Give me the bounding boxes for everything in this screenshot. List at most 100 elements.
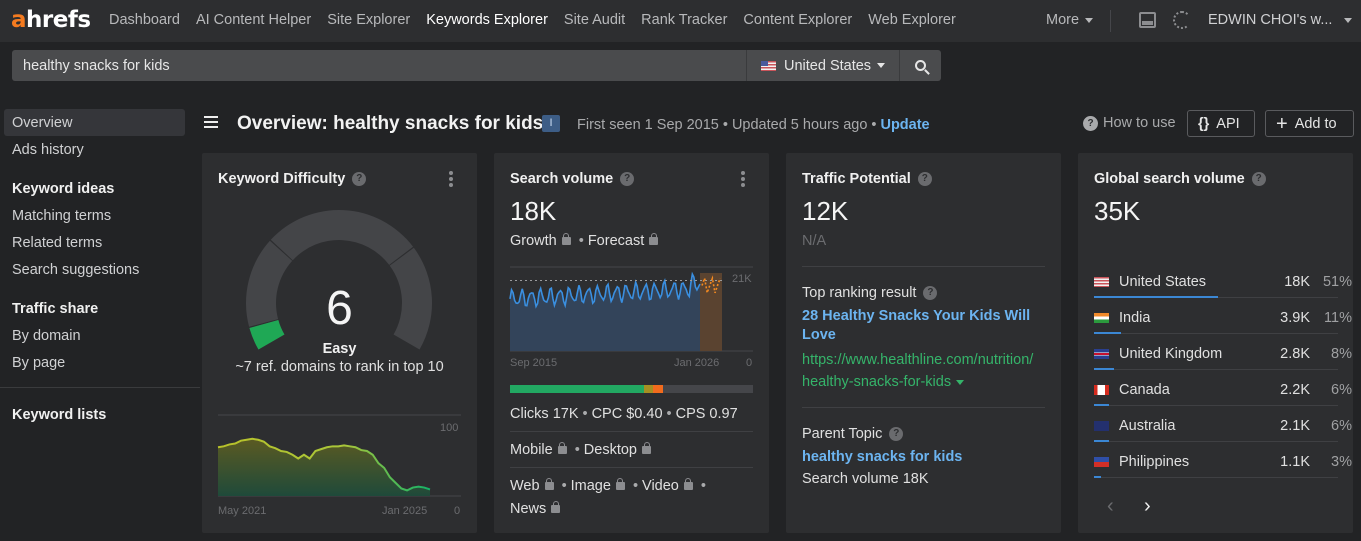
sidebar-item-ads-history[interactable]: Ads history — [12, 142, 84, 158]
share-track — [1094, 333, 1338, 334]
intent-badge[interactable]: I — [542, 115, 560, 132]
next-page-icon[interactable]: › — [1144, 495, 1151, 518]
card-title: Traffic Potential — [802, 171, 911, 187]
country-row[interactable]: United States 18K 51% — [1094, 268, 1352, 304]
nav-item-site-explorer[interactable]: Site Explorer — [327, 12, 410, 28]
traffic-potential-sub: N/A — [802, 233, 827, 249]
share-bar — [1094, 440, 1109, 442]
share-track — [1094, 369, 1338, 370]
top-ranking-url-link[interactable]: https://www.healthline.com/nutrition/hea… — [802, 349, 1052, 393]
help-icon[interactable]: ? — [889, 427, 904, 441]
how-to-use-link[interactable]: ? How to use — [1083, 115, 1176, 131]
parent-topic-link[interactable]: healthy snacks for kids — [802, 449, 962, 465]
keyword-meta: First seen 1 Sep 2015 • Updated 5 hours ag… — [577, 117, 930, 133]
global-search-volume-card: Global search volume? 35K United States 1… — [1078, 153, 1353, 533]
clicks-value: Clicks 17K — [510, 406, 579, 422]
nav-item-content-explorer[interactable]: Content Explorer — [743, 12, 852, 28]
lock-icon — [642, 442, 651, 454]
nav-item-web-explorer[interactable]: Web Explorer — [868, 12, 956, 28]
menu-icon[interactable] — [204, 116, 218, 128]
kd-axis-end: Jan 2025 — [382, 505, 428, 517]
keyword-search-input[interactable] — [12, 50, 746, 81]
more-options-icon[interactable] — [741, 171, 745, 187]
country-volume: 18K — [1284, 274, 1310, 290]
sv-axis-end: Jan 2026 — [674, 357, 720, 369]
growth-label[interactable]: Growth — [510, 233, 557, 249]
country-name: India — [1119, 310, 1151, 326]
add-to-button[interactable]: + Add to — [1265, 110, 1354, 137]
forecast-label[interactable]: Forecast — [588, 233, 644, 249]
help-icon[interactable]: ? — [1251, 172, 1266, 186]
country-select[interactable]: United States — [746, 50, 899, 81]
sidebar-item-matching-terms[interactable]: Matching terms — [12, 208, 111, 224]
country-row[interactable]: Canada 2.2K 6% — [1094, 376, 1352, 412]
api-button[interactable]: {} API — [1187, 110, 1255, 137]
country-volume: 2.8K — [1280, 346, 1310, 362]
prev-page-icon[interactable]: ‹ — [1107, 495, 1114, 518]
credits-gauge-icon[interactable] — [1173, 11, 1191, 29]
help-icon: ? — [1083, 115, 1098, 131]
country-volume: 1.1K — [1280, 454, 1310, 470]
web-label[interactable]: Web — [510, 478, 540, 494]
image-label[interactable]: Image — [571, 478, 611, 494]
nav-item-dashboard[interactable]: Dashboard — [109, 12, 180, 28]
share-bar — [1094, 476, 1102, 478]
help-icon[interactable]: ? — [923, 286, 938, 300]
nav-item-rank-tracker[interactable]: Rank Tracker — [641, 12, 727, 28]
sidebar-item-search-suggestions[interactable]: Search suggestions — [12, 262, 139, 278]
ahrefs-logo[interactable]: ahrefs — [11, 7, 91, 33]
nav-item-keywords-explorer[interactable]: Keywords Explorer — [426, 12, 548, 28]
nav-items: Dashboard AI Content Helper Site Explorer K… — [109, 12, 956, 28]
kd-axis-min: 0 — [454, 505, 461, 517]
cps-value: CPS 0.97 — [675, 406, 738, 422]
chevron-down-icon — [1344, 17, 1353, 23]
sv-axis-max: 21K — [732, 273, 752, 285]
country-row[interactable]: Australia 2.1K 6% — [1094, 412, 1352, 448]
news-label[interactable]: News — [510, 501, 546, 517]
global-volume-value: 35K — [1094, 196, 1141, 226]
nav-item-site-audit[interactable]: Site Audit — [564, 12, 625, 28]
nav-item-ai-content-helper[interactable]: AI Content Helper — [196, 12, 311, 28]
sidebar-item-by-domain[interactable]: By domain — [12, 328, 81, 344]
cpc-value: CPC $0.40 — [591, 406, 663, 422]
country-share: 3% — [1331, 454, 1352, 470]
chevron-down-icon[interactable] — [956, 379, 965, 385]
country-name: United Kingdom — [1119, 346, 1223, 362]
help-icon[interactable]: ? — [917, 172, 932, 186]
sidebar-item-traffic-share[interactable]: Traffic share — [12, 301, 98, 317]
kd-description: ~7 ref. domains to rank in top 10 — [235, 359, 444, 375]
top-ranking-title-link[interactable]: 28 Healthy Snacks Your Kids Will Love — [802, 307, 1042, 345]
video-label[interactable]: Video — [642, 478, 679, 494]
sv-axis-start: Sep 2015 — [510, 357, 558, 369]
country-volume: 2.2K — [1280, 382, 1310, 398]
mobile-label[interactable]: Mobile — [510, 442, 553, 458]
country-share: 8% — [1331, 346, 1352, 362]
desktop-label[interactable]: Desktop — [584, 442, 637, 458]
sidebar-item-keyword-lists[interactable]: Keyword lists — [12, 407, 106, 423]
sidebar-divider — [0, 387, 200, 388]
country-share: 51% — [1322, 274, 1352, 290]
country-row[interactable]: India 3.9K 11% — [1094, 304, 1352, 340]
help-icon[interactable]: ? — [620, 172, 635, 186]
chevron-down-icon — [1085, 17, 1094, 23]
share-bar — [1094, 332, 1121, 334]
ph-flag-icon — [1094, 457, 1109, 467]
account-menu[interactable]: EDWIN CHOI's w... — [1208, 12, 1353, 28]
country-row[interactable]: United Kingdom 2.8K 8% — [1094, 340, 1352, 376]
sidebar-item-overview[interactable]: Overview — [12, 115, 72, 131]
lock-icon — [561, 233, 571, 245]
search-button[interactable] — [899, 50, 941, 81]
country-volume: 3.9K — [1280, 310, 1310, 326]
sidebar-item-by-page[interactable]: By page — [12, 355, 65, 371]
update-link[interactable]: Update — [880, 117, 929, 133]
gauge-segment — [270, 210, 414, 265]
sidebar-item-related-terms[interactable]: Related terms — [12, 235, 102, 251]
braces-icon: {} — [1198, 115, 1210, 132]
more-menu[interactable]: More — [1046, 12, 1094, 28]
paid-clicks-segment — [653, 385, 664, 393]
kd-axis-max: 100 — [440, 422, 459, 434]
country-row[interactable]: Philippines 1.1K 3% — [1094, 448, 1352, 484]
inbox-icon[interactable] — [1139, 12, 1156, 28]
sidebar-item-keyword-ideas[interactable]: Keyword ideas — [12, 181, 114, 197]
search-volume-value: 18K — [510, 196, 557, 226]
